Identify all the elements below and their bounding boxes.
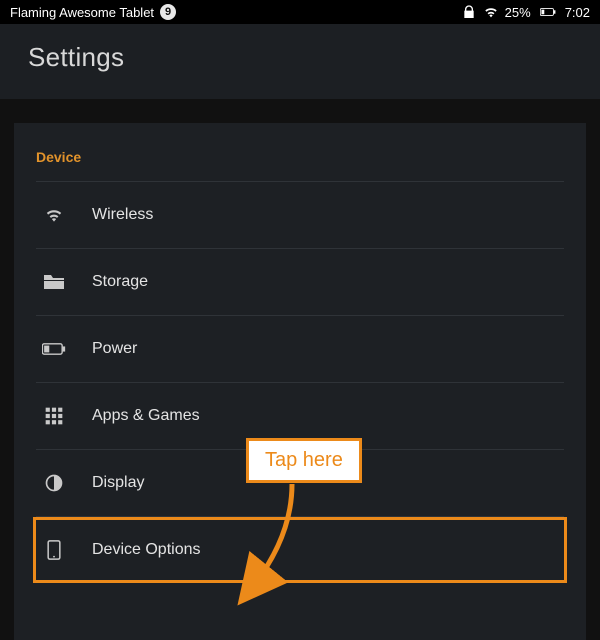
battery-icon xyxy=(40,338,68,360)
settings-header: Settings xyxy=(0,24,600,99)
folder-icon xyxy=(40,271,68,293)
tap-here-callout: Tap here xyxy=(246,438,362,483)
page-title: Settings xyxy=(28,42,572,73)
wifi-icon xyxy=(40,204,68,226)
status-bar: Flaming Awesome Tablet 9 25% 7:02 xyxy=(0,0,600,24)
grid-icon xyxy=(40,405,68,427)
settings-storage[interactable]: Storage xyxy=(36,249,564,315)
row-label: Storage xyxy=(92,273,148,291)
row-label: Wireless xyxy=(92,206,153,224)
clock: 7:02 xyxy=(565,5,590,20)
notification-badge[interactable]: 9 xyxy=(160,4,176,20)
settings-power[interactable]: Power xyxy=(36,316,564,382)
settings-wireless[interactable]: Wireless xyxy=(36,182,564,248)
arrow-annotation xyxy=(232,478,312,608)
battery-percent: 25% xyxy=(505,5,531,20)
row-label: Power xyxy=(92,340,137,358)
tablet-icon xyxy=(40,539,68,561)
row-label: Apps & Games xyxy=(92,407,200,425)
battery-status-icon xyxy=(537,4,559,20)
lock-icon xyxy=(461,4,477,20)
wifi-status-icon xyxy=(483,4,499,20)
contrast-icon xyxy=(40,472,68,494)
device-name: Flaming Awesome Tablet xyxy=(10,5,154,20)
row-label: Display xyxy=(92,474,144,492)
row-label: Device Options xyxy=(92,541,201,559)
section-title: Device xyxy=(36,149,564,165)
